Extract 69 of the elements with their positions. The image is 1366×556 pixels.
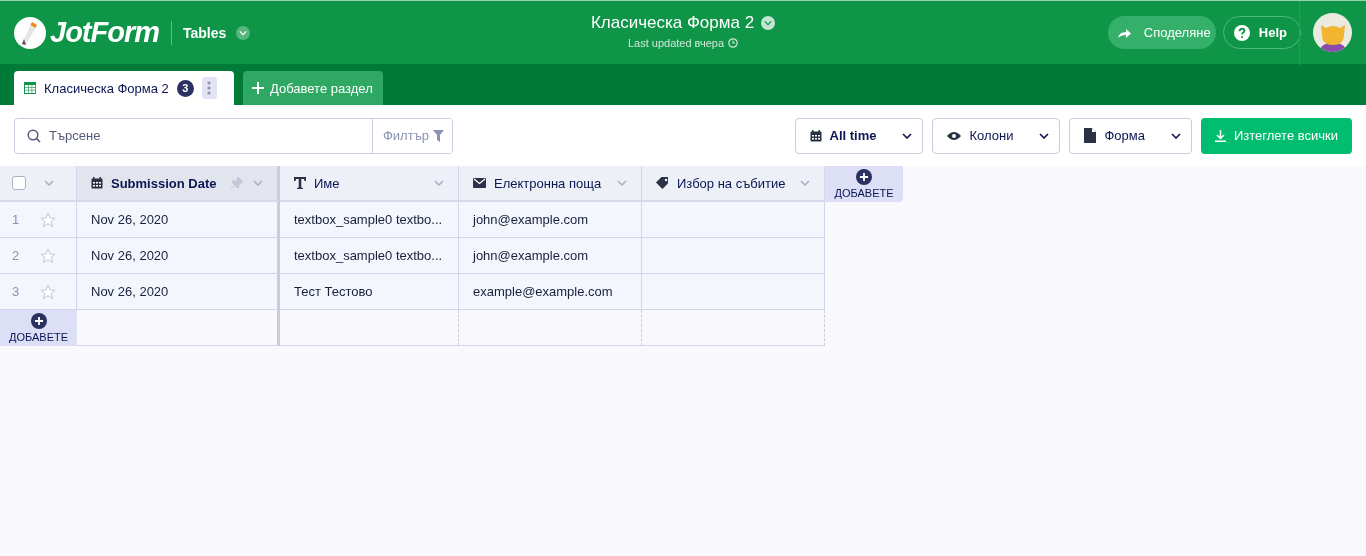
share-arrow-icon [1117,27,1131,38]
star-button[interactable] [40,247,56,264]
table-tab[interactable]: Класическа Форма 2 3 [14,71,234,105]
form-title: Класическа Форма 2 [590,13,755,33]
plus-icon [252,82,264,94]
table-cell: textbox_sample0 textbo... [294,212,443,227]
grid-icon [24,82,36,94]
product-name[interactable]: Tables [183,24,227,41]
envelope-icon [473,178,486,188]
chevron-down-icon [1039,132,1050,139]
plus-circle-icon [856,169,872,185]
chevron-down-icon [253,180,263,186]
avatar-icon[interactable] [1313,13,1352,52]
chevron-down-icon [764,20,773,26]
submission-date-column-header[interactable]: Submission Date [77,166,280,202]
question-icon [1233,24,1250,41]
pencil-logo-icon [14,16,46,49]
event-column-header[interactable]: Избор на събитие [642,166,825,202]
star-button[interactable] [40,283,56,300]
eye-icon [947,130,962,141]
add-column-button[interactable]: ДОБАВЕТЕ [825,166,903,202]
email-column-header[interactable]: Електронна поща [459,166,642,202]
search-icon [27,128,41,143]
chevron-down-icon [434,180,444,186]
chevron-down-icon [902,132,913,139]
count-badge: 3 [176,79,194,97]
table-cell: Nov 26, 2020 [91,212,169,227]
name-column-header[interactable]: Име [280,166,459,202]
table-cell: example@example.com [473,284,613,299]
table-cell: john@example.com [473,248,589,263]
select-menu-chevron-icon [44,180,54,186]
row-number: 2 [12,248,20,263]
chevron-down-icon [617,180,627,186]
date-range-dropdown[interactable]: All time [794,117,924,154]
text-type-icon [294,177,306,189]
select-all-checkbox[interactable] [12,176,26,190]
logo-text[interactable]: JotForm [50,16,159,49]
tag-icon [656,177,669,189]
download-icon [1214,129,1226,142]
chevron-down-icon [800,180,810,186]
chevron-down-icon [239,29,248,36]
kebab-icon [207,81,212,95]
row-number: 3 [12,284,20,299]
star-icon [40,211,56,228]
last-updated-text: Last updated вчера [627,37,725,49]
document-icon [1084,128,1097,143]
table-cell: john@example.com [473,212,589,227]
filter-icon [433,129,444,142]
clock-icon [728,38,739,48]
table-cell: Nov 26, 2020 [91,284,169,299]
table-cell: Nov 26, 2020 [91,248,169,263]
chevron-down-icon [1170,132,1181,139]
title-dropdown-button[interactable] [761,16,776,30]
columns-dropdown[interactable]: Колони [932,117,1061,154]
row-number: 1 [12,212,20,227]
tab-label: Класическа Форма 2 [44,80,169,96]
pin-icon [231,177,243,189]
table-cell: Тест Тестово [294,284,373,299]
plus-circle-icon [30,313,47,329]
calendar-icon [91,177,103,189]
form-dropdown[interactable]: Форма [1069,117,1192,154]
product-dropdown-button[interactable] [236,25,251,40]
star-icon [40,283,56,300]
star-button[interactable] [40,211,56,228]
add-row-button[interactable]: ДОБАВЕТЕ [0,310,77,346]
star-icon [40,247,56,264]
table-cell: textbox_sample0 textbo... [294,248,443,263]
more-options-button[interactable] [201,77,217,99]
calendar-icon [809,129,822,142]
